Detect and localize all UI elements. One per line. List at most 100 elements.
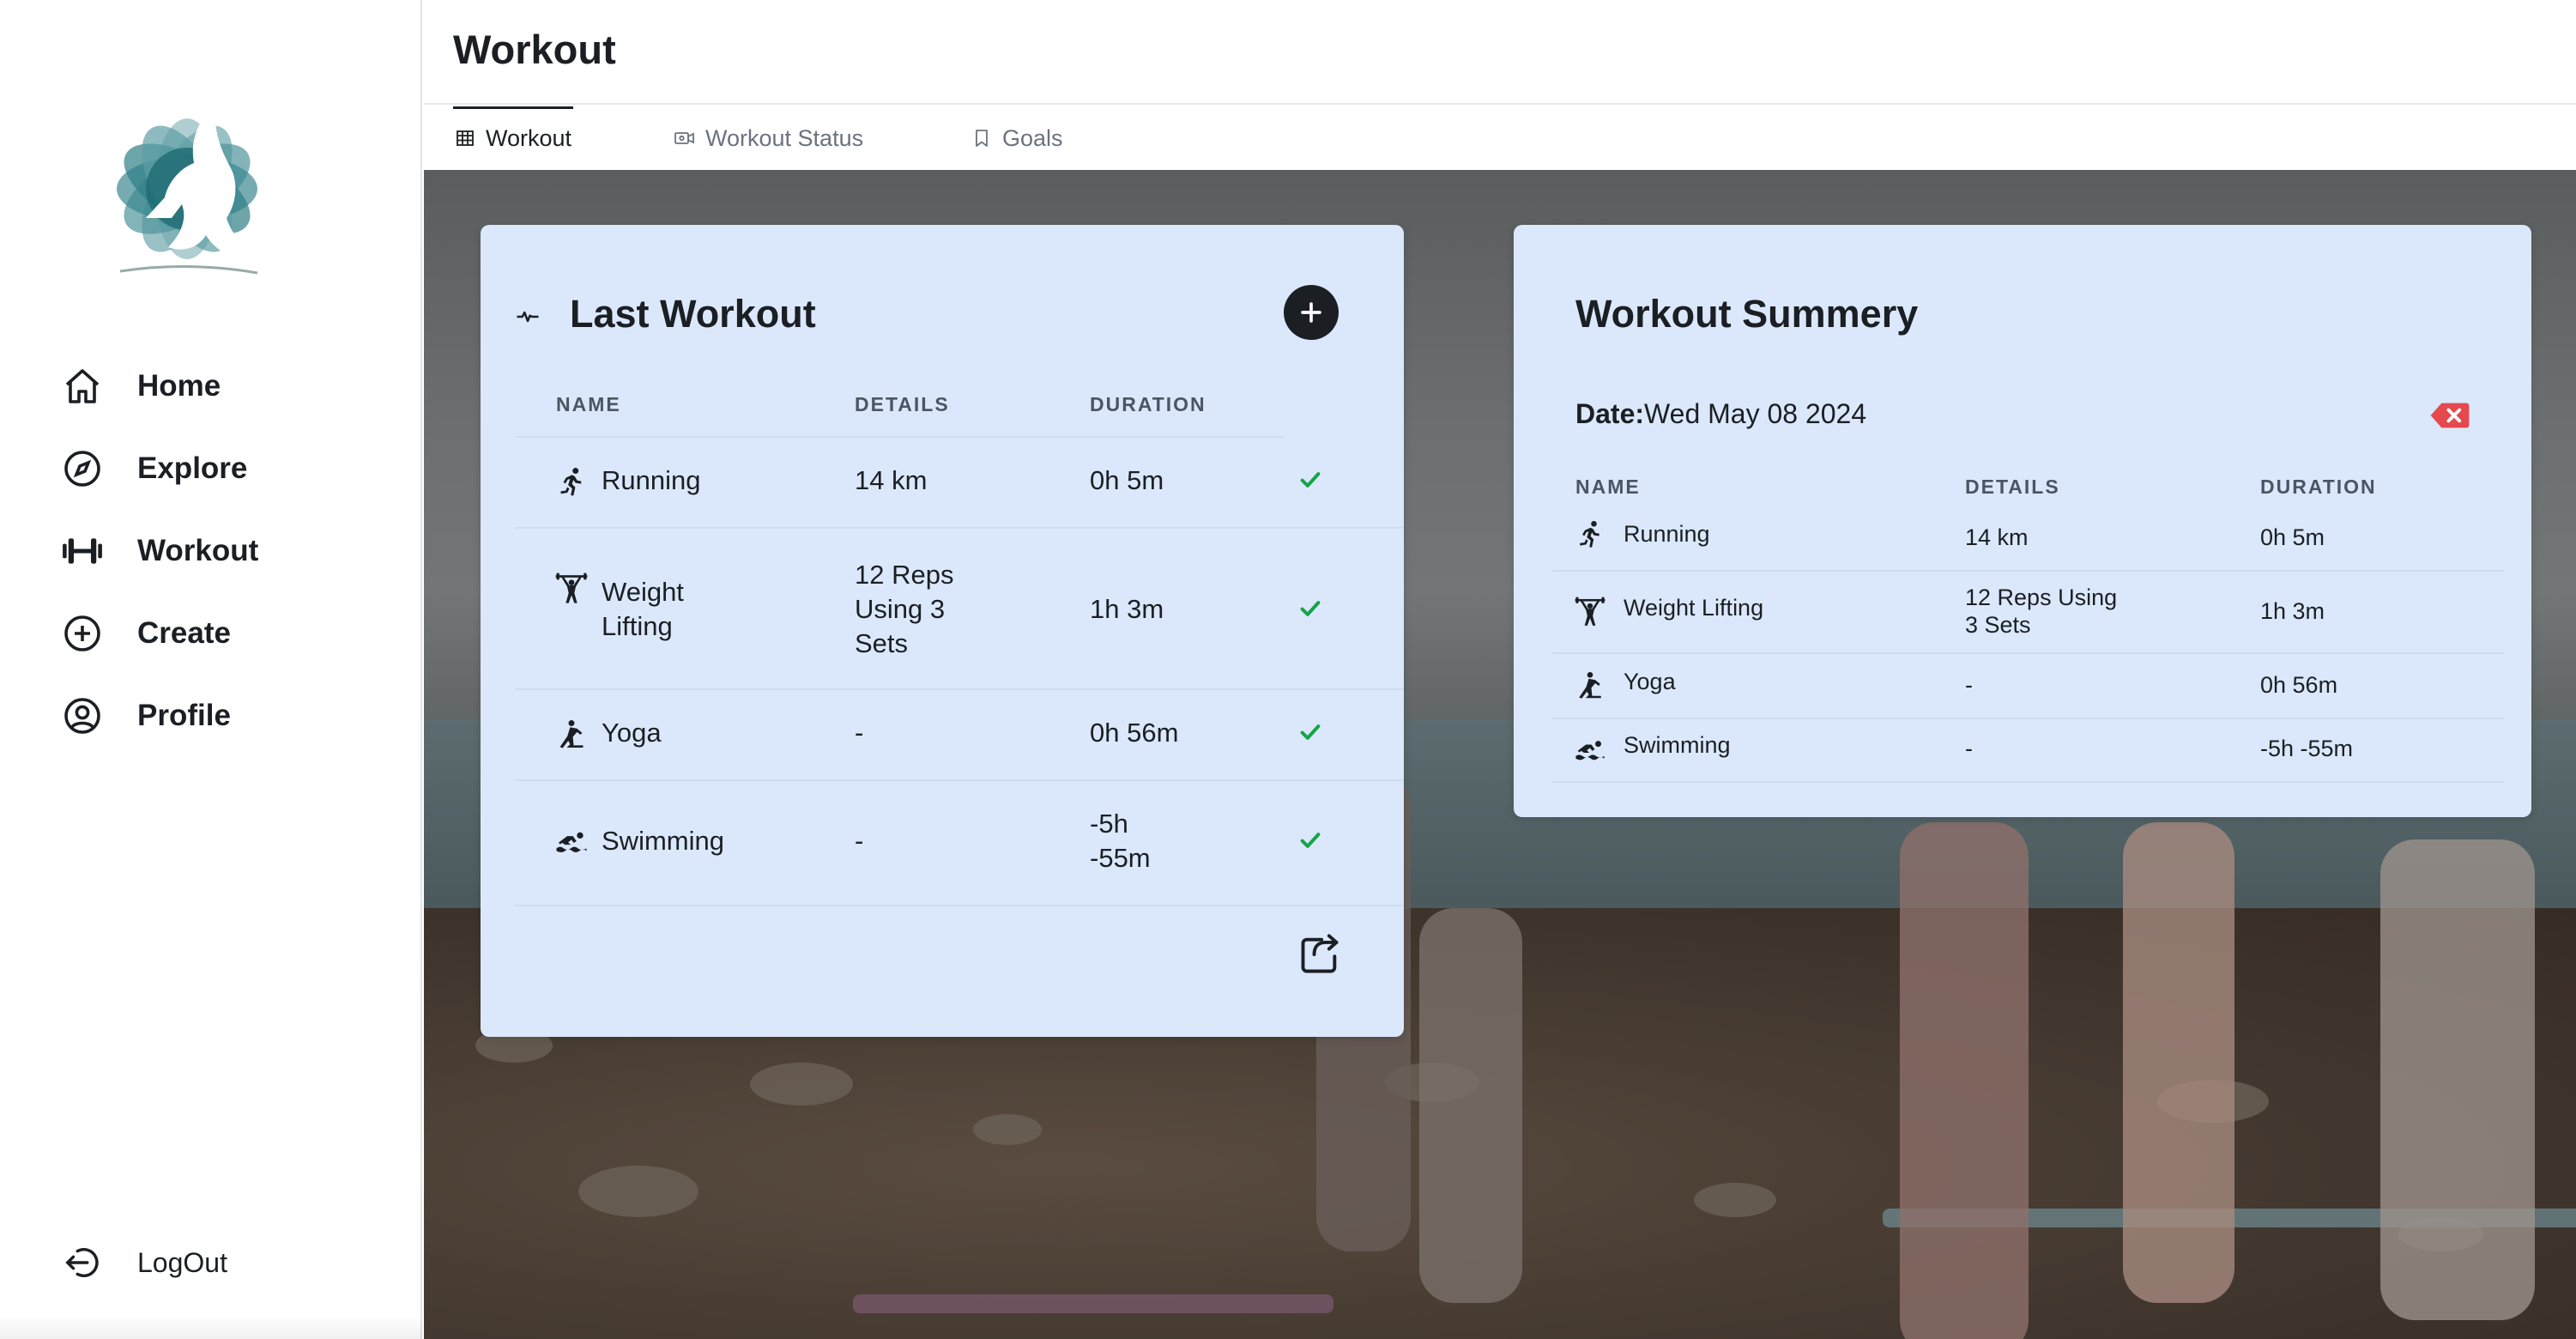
background-rock — [750, 1063, 853, 1106]
dumbbell-icon — [60, 529, 105, 573]
summary-row-details: 14 km — [1965, 524, 2029, 550]
table-divider — [515, 688, 1404, 690]
sidebar-item-label: Explore — [137, 451, 248, 485]
summary-row-duration: 0h 5m — [2260, 524, 2325, 550]
weightlifting-icon — [1574, 596, 1606, 628]
last-workout-row-name: Weight Lifting — [602, 577, 684, 641]
backspace-delete-icon[interactable] — [2428, 402, 2471, 429]
sidebar-item-label: Profile — [137, 699, 231, 732]
last-workout-row-details: 12 Reps Using 3 Sets — [855, 560, 954, 658]
summary-row-name: Weight Lifting — [1624, 595, 1764, 621]
activity-pulse-icon — [517, 311, 539, 323]
tab-goals[interactable]: Goals — [970, 106, 1063, 170]
column-header-details: DETAILS — [1965, 476, 2060, 498]
yoga-icon — [554, 718, 589, 752]
last-workout-title: Last Workout — [570, 292, 816, 336]
summary-row-details: - — [1965, 672, 1973, 698]
table-divider — [1551, 781, 2504, 783]
summary-row-name: Yoga — [1624, 669, 1676, 694]
swimming-icon — [1574, 733, 1606, 766]
background-person — [1900, 822, 2029, 1339]
background-rock — [1694, 1183, 1776, 1217]
summary-row-name: Running — [1624, 521, 1710, 547]
table-divider — [515, 905, 1404, 906]
share-icon[interactable] — [1297, 932, 1342, 977]
column-header-duration: DURATION — [1090, 393, 1206, 415]
column-header-name: NAME — [556, 393, 621, 415]
background-person — [1419, 908, 1522, 1303]
logout-button[interactable]: LogOut — [60, 1233, 227, 1293]
background-rock — [973, 1114, 1042, 1145]
summary-row-details: - — [1965, 736, 1973, 761]
swimming-icon — [554, 824, 589, 858]
sidebar-item-explore[interactable]: Explore — [60, 427, 258, 510]
summary-row-name: Swimming — [1624, 732, 1731, 758]
summary-date: Date:Wed May 08 2024 — [1575, 398, 1866, 430]
last-workout-row-name: Swimming — [602, 826, 724, 856]
tab-workout[interactable]: Workout — [453, 106, 573, 170]
weightlifting-icon — [554, 572, 589, 606]
page-title: Workout — [453, 27, 616, 72]
table-divider — [515, 436, 1284, 438]
tab-label: Workout Status — [705, 124, 864, 151]
table-divider — [1551, 652, 2504, 654]
summary-row-duration: 1h 3m — [2260, 598, 2325, 624]
yoga-lotus-logo — [117, 105, 261, 275]
page-header: Workout — [424, 0, 2576, 105]
check-icon — [1300, 472, 1321, 488]
sidebar-item-workout[interactable]: Workout — [60, 510, 258, 592]
sidebar-item-label: Workout — [137, 534, 259, 567]
last-workout-row-details: - — [855, 718, 864, 748]
background-person — [2123, 822, 2234, 1303]
check-icon — [1300, 833, 1321, 848]
last-workout-row-duration: 0h 56m — [1090, 718, 1179, 748]
column-header-name: NAME — [1575, 476, 1641, 498]
sidebar-item-profile[interactable]: Profile — [60, 675, 258, 757]
last-workout-row-name: Yoga — [602, 718, 662, 748]
last-workout-row-name: Running — [602, 465, 701, 495]
logout-icon — [60, 1240, 105, 1285]
yoga-icon — [1574, 670, 1606, 702]
running-icon — [1574, 518, 1606, 551]
table-icon — [453, 126, 477, 150]
table-divider — [1551, 718, 2504, 719]
check-icon — [1300, 724, 1321, 740]
add-workout-button[interactable] — [1284, 285, 1339, 340]
tab-label: Workout — [486, 124, 572, 151]
background-rock — [578, 1166, 698, 1217]
workout-summary-card: Workout Summery Date:Wed May 08 2024 NAM… — [1514, 225, 2531, 817]
sidebar-item-label: Home — [137, 369, 221, 403]
table-divider — [515, 527, 1404, 529]
plus-icon — [1301, 302, 1321, 323]
table-divider — [515, 779, 1404, 781]
table-divider — [1551, 570, 2504, 572]
logout-label: LogOut — [137, 1246, 227, 1278]
running-icon — [554, 465, 589, 500]
plus-circle-icon — [60, 611, 105, 656]
last-workout-row-duration: -5h -55m — [1090, 809, 1151, 873]
tab-workout-status[interactable]: Workout Status — [673, 106, 863, 170]
last-workout-row-details: 14 km — [855, 465, 928, 495]
column-header-details: DETAILS — [855, 393, 950, 415]
workout-summary-title: Workout Summery — [1575, 292, 1919, 336]
compass-icon — [60, 446, 105, 491]
date-value: Wed May 08 2024 — [1644, 398, 1867, 429]
last-workout-row-duration: 1h 3m — [1090, 594, 1164, 624]
sidebar-nav: Home Explore Workout Create Profile — [60, 345, 258, 757]
video-icon — [673, 126, 697, 150]
date-label: Date: — [1575, 398, 1645, 429]
tab-label: Goals — [1002, 124, 1063, 151]
summary-row-details: 12 Reps Using 3 Sets — [1965, 585, 2118, 638]
check-icon — [1300, 601, 1321, 616]
bookmark-icon — [970, 126, 994, 150]
sidebar-item-create[interactable]: Create — [60, 592, 258, 675]
column-header-duration: DURATION — [2260, 476, 2377, 498]
sidebar-item-home[interactable]: Home — [60, 345, 258, 427]
home-icon — [60, 364, 105, 409]
background-yoga-mat — [853, 1294, 1333, 1313]
summary-row-duration: 0h 56m — [2260, 672, 2338, 698]
tab-bar: Workout Workout Status Goals — [424, 106, 2576, 170]
last-workout-row-duration: 0h 5m — [1090, 465, 1164, 495]
sidebar: Home Explore Workout Create Profile LogO… — [0, 0, 422, 1339]
last-workout-row-details: - — [855, 826, 864, 856]
